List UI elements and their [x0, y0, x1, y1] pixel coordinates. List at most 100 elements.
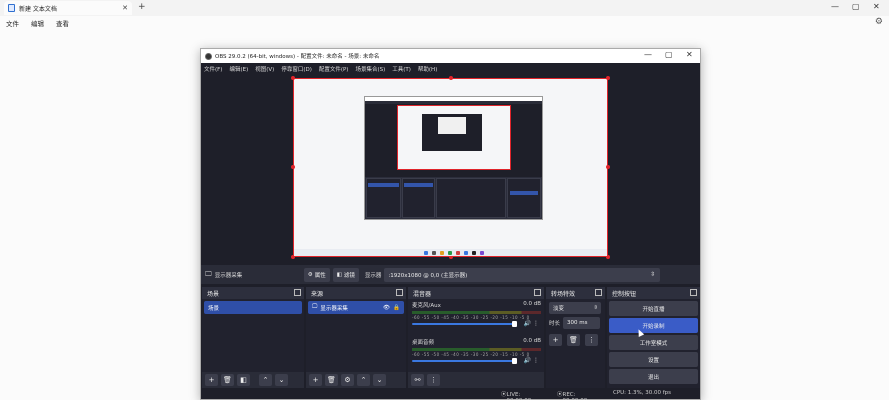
chevron-down-icon[interactable]: ⌄	[373, 374, 386, 386]
start-recording-button[interactable]: 开始录制	[609, 318, 698, 333]
obs-title: OBS 29.0.2 (64-bit, windows) - 配置文件: 未命名…	[215, 54, 380, 60]
volume-slider[interactable]	[412, 358, 517, 364]
speaker-icon[interactable]: 🔊 ⋮	[524, 357, 539, 364]
transition-select-row: 淡变 ⇳	[549, 302, 602, 314]
speaker-icon[interactable]: 🔊 ⋮	[524, 320, 539, 327]
lock-icon[interactable]: 🔒	[393, 305, 400, 311]
filters-button[interactable]: ◧ 滤镜	[332, 267, 359, 282]
mixer-toolbar: ⚯ ⋮	[408, 372, 544, 388]
display-select[interactable]: :1920x1080 @ 0,0 (主显示器) ⇳	[384, 267, 661, 282]
undock-icon[interactable]	[690, 289, 697, 296]
preview-area	[201, 75, 700, 263]
nested-docks	[365, 177, 542, 219]
settings-button[interactable]: 设置	[609, 352, 698, 367]
transition-selected: 淡变	[553, 306, 565, 312]
cpu-status: CPU: 1.3%, 30.00 fps	[613, 390, 672, 396]
slider-knob[interactable]	[512, 321, 517, 327]
duration-input[interactable]: 300 ms	[563, 317, 601, 329]
add-icon[interactable]: +	[309, 374, 322, 386]
transition-select[interactable]: 淡变 ⇳	[549, 302, 601, 314]
resize-handle[interactable]	[606, 165, 610, 169]
taskbar-icon	[472, 251, 476, 255]
monitor-icon: 🖵	[312, 304, 318, 310]
undock-icon[interactable]	[534, 289, 541, 296]
chevron-down-icon[interactable]: ⌄	[275, 374, 288, 386]
obs-menu-edit[interactable]: 编辑(E)	[229, 65, 248, 73]
menu-edit[interactable]: 编辑	[31, 18, 44, 28]
resize-handle[interactable]	[449, 76, 453, 80]
eye-icon[interactable]: 👁	[383, 305, 390, 311]
scenes-header: 场景	[202, 287, 304, 299]
studio-mode-button[interactable]: 工作室模式	[609, 335, 698, 350]
notepad-tab-title: 新建 文本文档	[19, 5, 57, 13]
close-window-icon[interactable]: ✕	[873, 2, 880, 11]
obs-menu-tools[interactable]: 工具(T)	[392, 65, 411, 73]
live-time: LIVE: 00:00:00	[506, 392, 532, 400]
start-streaming-button[interactable]: 开始直播	[609, 301, 698, 316]
chevron-up-icon[interactable]: ⌃	[357, 374, 370, 386]
obs-maximize-icon[interactable]: ▢	[665, 50, 673, 59]
source-item-label: 显示器采集	[320, 305, 348, 312]
controls-header: 控制按钮	[607, 287, 700, 299]
obs-logo-icon	[205, 52, 212, 60]
mixer-channel-desktop: 桌面音频 0.0 dB -60 -55 -50 -45 -40 -35 -30 …	[408, 336, 544, 373]
more-icon[interactable]: ⋮	[427, 374, 440, 386]
taskbar-icon	[440, 251, 444, 255]
channel-db: 0.0 dB	[523, 301, 541, 307]
taskbar-icon	[480, 251, 484, 255]
resize-handle[interactable]	[291, 165, 295, 169]
resize-handle[interactable]	[291, 76, 295, 80]
duration-row: 时长 300 ms	[549, 317, 602, 329]
duration-label: 时长	[549, 321, 561, 327]
trash-icon[interactable]: 🗑	[221, 374, 234, 386]
notepad-menubar: 文件 编辑 查看	[0, 16, 889, 29]
preview-canvas[interactable]	[291, 76, 610, 259]
obs-menu-help[interactable]: 帮助(H)	[418, 65, 437, 73]
trash-icon[interactable]: 🗑	[567, 334, 580, 346]
taskbar-icon	[432, 251, 436, 255]
properties-button[interactable]: ⚙ 属性	[303, 267, 330, 282]
obs-menu-docks[interactable]: 停靠窗口(D)	[281, 65, 312, 73]
undock-icon[interactable]	[595, 289, 602, 296]
minimize-icon[interactable]: —	[831, 2, 839, 11]
filter-icon[interactable]: ◧	[237, 374, 250, 386]
obs-menu-file[interactable]: 文件(F)	[204, 65, 222, 73]
undock-icon[interactable]	[294, 289, 301, 296]
trash-icon[interactable]: 🗑	[325, 374, 338, 386]
source-item[interactable]: 🖵 显示器采集 👁 🔒	[308, 301, 404, 314]
exit-button[interactable]: 退出	[609, 369, 698, 384]
link-icon[interactable]: ⚯	[411, 374, 424, 386]
volume-meter	[412, 348, 541, 351]
volume-slider[interactable]	[412, 321, 517, 327]
chevron-up-icon[interactable]: ⌃	[259, 374, 272, 386]
menu-view[interactable]: 查看	[56, 18, 69, 28]
sources-dock: 来源 🖵 显示器采集 👁 🔒 + 🗑 ⚙ ⌃ ⌄	[306, 287, 406, 388]
scene-item[interactable]: 场景	[204, 301, 302, 314]
gear-icon: ⚙	[307, 271, 313, 278]
notepad-tab[interactable]: 新建 文本文档 ✕	[4, 1, 132, 15]
gear-icon[interactable]: ⚙	[341, 374, 354, 386]
chevron-updown-icon: ⇳	[650, 271, 656, 278]
more-icon[interactable]: ⋮	[585, 334, 598, 346]
gear-icon[interactable]: ⚙	[875, 17, 883, 27]
add-icon[interactable]: +	[549, 334, 562, 346]
preview-nested-capture	[364, 96, 543, 220]
add-icon[interactable]: +	[205, 374, 218, 386]
obs-menu-view[interactable]: 视图(V)	[255, 65, 274, 73]
undock-icon[interactable]	[396, 289, 403, 296]
obs-close-icon[interactable]: ✕	[686, 50, 693, 59]
nested-selection	[510, 191, 538, 195]
new-tab-icon[interactable]: +	[138, 2, 146, 12]
obs-menu-profile[interactable]: 配置文件(P)	[319, 65, 349, 73]
menu-file[interactable]: 文件	[6, 18, 19, 28]
nested-selection	[368, 183, 399, 187]
slider-knob[interactable]	[512, 358, 517, 364]
obs-minimize-icon[interactable]: —	[644, 50, 652, 59]
close-tab-icon[interactable]: ✕	[122, 4, 128, 12]
maximize-icon[interactable]: ▢	[852, 2, 860, 11]
obs-menu-scene-collection[interactable]: 场景集合(S)	[355, 65, 385, 73]
resize-handle[interactable]	[606, 76, 610, 80]
rec-status: ⦿ REC: 00:00:00	[557, 390, 587, 400]
document-icon	[8, 4, 15, 12]
status-bar: ⦿ LIVE: 00:00:00 ⦿ REC: 00:00:00 CPU: 1.…	[201, 388, 700, 400]
